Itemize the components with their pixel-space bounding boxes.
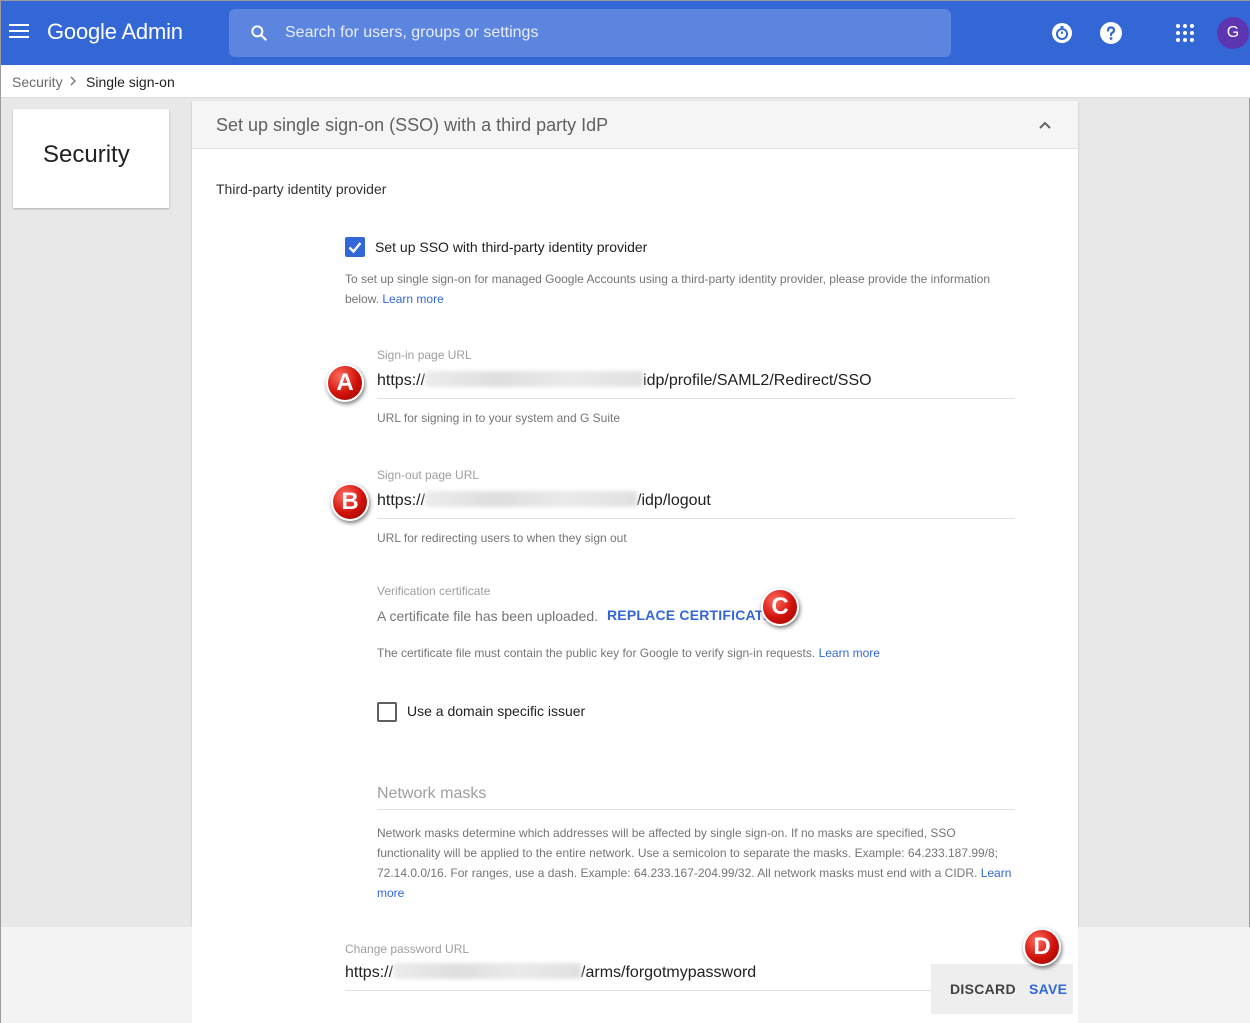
sso-learn-more-link[interactable]: Learn more bbox=[382, 292, 443, 306]
apps-grid-icon[interactable] bbox=[1173, 21, 1197, 45]
signout-url-field[interactable]: https:// /idp/logout bbox=[377, 489, 1015, 519]
signout-url-help: URL for redirecting users to when they s… bbox=[377, 531, 627, 545]
change-password-url-label: Change password URL bbox=[345, 942, 470, 956]
change-password-url-suffix: /arms/forgotmypassword bbox=[581, 964, 757, 981]
breadcrumb: Security Single sign-on bbox=[1, 65, 1250, 98]
network-masks-help-body: Network masks determine which addresses … bbox=[377, 826, 999, 880]
redacted-domain bbox=[425, 371, 644, 387]
redacted-domain bbox=[425, 491, 638, 507]
section-title: Third-party identity provider bbox=[216, 181, 387, 197]
annotation-marker-b: B bbox=[331, 483, 369, 521]
panel-title: Set up single sign-on (SSO) with a third… bbox=[216, 115, 609, 135]
search-icon[interactable] bbox=[249, 23, 269, 43]
signout-url-label: Sign-out page URL bbox=[377, 468, 480, 482]
certificate-help-body: The certificate file must contain the pu… bbox=[377, 646, 816, 660]
signout-url-prefix: https:// bbox=[377, 492, 426, 509]
check-icon bbox=[348, 242, 362, 254]
help-icon[interactable] bbox=[1099, 21, 1123, 45]
sso-help-text: To set up single sign-on for managed Goo… bbox=[345, 269, 1005, 309]
avatar[interactable]: G bbox=[1217, 17, 1249, 49]
annotation-marker-d: D bbox=[1023, 928, 1061, 966]
signin-url-prefix: https:// bbox=[377, 372, 426, 389]
app-title[interactable]: Google Admin bbox=[47, 19, 183, 45]
discard-button[interactable]: DISCARD bbox=[950, 981, 1016, 997]
chevron-up-icon[interactable] bbox=[1038, 118, 1052, 132]
search-box[interactable] bbox=[229, 9, 951, 57]
breadcrumb-item-single-sign-on: Single sign-on bbox=[86, 74, 175, 90]
chevron-right-icon bbox=[70, 76, 76, 86]
action-bar: DISCARD SAVE bbox=[931, 964, 1073, 1014]
change-password-url-prefix: https:// bbox=[345, 964, 394, 981]
menu-icon[interactable] bbox=[9, 21, 31, 43]
sso-settings-panel: Set up single sign-on (SSO) with a third… bbox=[192, 101, 1078, 1023]
sidebar-card-title: Security bbox=[43, 141, 130, 168]
signin-url-field[interactable]: https:// idp/profile/SAML2/Redirect/SSO bbox=[377, 369, 1015, 399]
certificate-status: A certificate file has been uploaded. bbox=[377, 608, 599, 624]
panel-header[interactable]: Set up single sign-on (SSO) with a third… bbox=[192, 101, 1078, 149]
search-input[interactable] bbox=[285, 19, 925, 47]
top-bar: Google Admin G bbox=[1, 1, 1250, 65]
sidebar-card: Security bbox=[13, 109, 169, 208]
sso-checkbox[interactable] bbox=[345, 237, 365, 257]
signout-url-suffix: /idp/logout bbox=[637, 492, 711, 509]
replace-certificate-button[interactable]: REPLACE CERTIFICATE bbox=[607, 607, 773, 623]
signin-url-suffix: idp/profile/SAML2/Redirect/SSO bbox=[643, 372, 872, 389]
certificate-learn-more-link[interactable]: Learn more bbox=[819, 646, 880, 660]
certificate-help: The certificate file must contain the pu… bbox=[377, 646, 880, 660]
annotation-marker-a: A bbox=[326, 364, 364, 402]
signin-url-label: Sign-in page URL bbox=[377, 348, 472, 362]
save-button[interactable]: SAVE bbox=[1029, 981, 1067, 997]
annotation-marker-c: C bbox=[761, 588, 799, 626]
signin-url-help: URL for signing in to your system and G … bbox=[377, 411, 620, 425]
network-masks-help: Network masks determine which addresses … bbox=[377, 823, 1017, 903]
domain-issuer-checkbox-label[interactable]: Use a domain specific issuer bbox=[407, 703, 585, 719]
certificate-label: Verification certificate bbox=[377, 584, 491, 598]
redacted-domain bbox=[393, 963, 582, 979]
breadcrumb-item-security[interactable]: Security bbox=[12, 74, 63, 90]
domain-issuer-checkbox[interactable] bbox=[377, 702, 397, 722]
sso-checkbox-label[interactable]: Set up SSO with third-party identity pro… bbox=[375, 239, 647, 255]
change-password-url-field[interactable]: https:// /arms/forgotmypassword bbox=[345, 963, 945, 991]
network-masks-input[interactable]: Network masks bbox=[377, 785, 1015, 810]
timer-icon[interactable] bbox=[1050, 21, 1074, 45]
